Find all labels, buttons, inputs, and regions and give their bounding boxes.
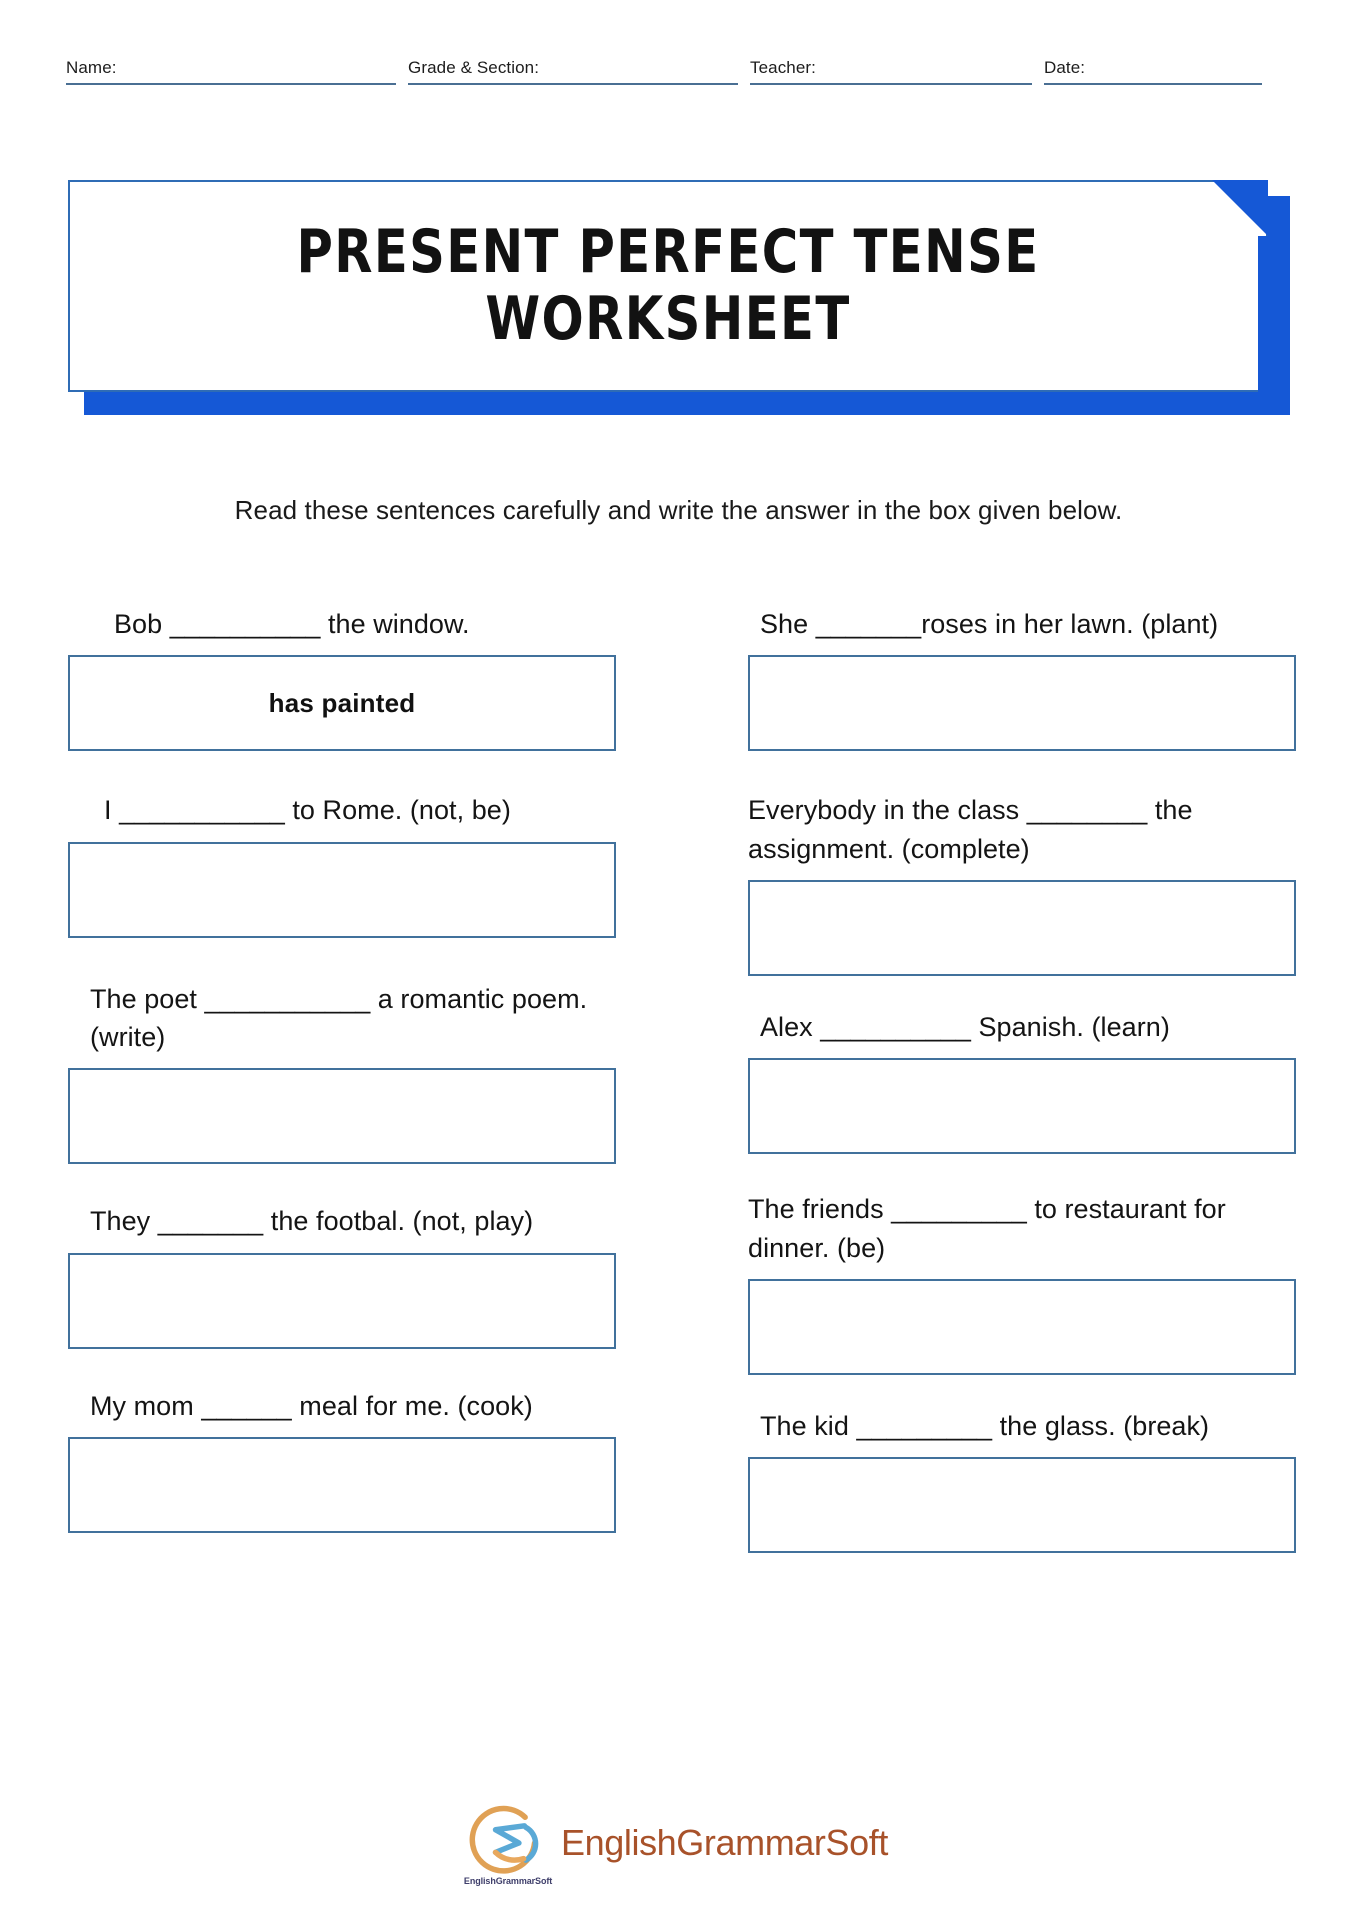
answer-box[interactable] xyxy=(748,655,1296,752)
question-text: I ___________ to Rome. (not, be) xyxy=(104,795,511,826)
question-text: They _______ the footbal. (not, play) xyxy=(90,1206,534,1237)
question-item: Alex __________ Spanish. (learn) xyxy=(748,1008,1296,1155)
englishgrammarsoft-logo-icon: EnglishGrammarSoft xyxy=(464,1804,552,1886)
title-banner: PRESENT PERFECT TENSE WORKSHEET xyxy=(68,180,1290,415)
brand-name: EnglishGrammarSoft xyxy=(561,1822,888,1863)
question-text: The friends _________ to restaurant for … xyxy=(748,1194,1226,1263)
question-item: The poet ___________ a romantic poem. (w… xyxy=(68,980,616,1165)
folded-corner-icon xyxy=(1212,180,1268,236)
banner-frame: PRESENT PERFECT TENSE WORKSHEET xyxy=(68,180,1268,396)
logo-caption: EnglishGrammarSoft xyxy=(463,1876,553,1886)
name-field[interactable]: Name: xyxy=(66,58,396,85)
answer-box[interactable]: has painted xyxy=(68,655,616,752)
answer-box[interactable] xyxy=(748,1278,1296,1375)
question-item: Bob __________ the window. has painted xyxy=(68,605,616,752)
grade-section-field[interactable]: Grade & Section: xyxy=(408,58,738,85)
grade-section-field-label: Grade & Section: xyxy=(408,58,540,77)
questions-grid: Bob __________ the window. has painted I… xyxy=(68,605,1296,1554)
question-item: Everybody in the class ________ the assi… xyxy=(748,791,1296,976)
question-text: Everybody in the class ________ the assi… xyxy=(748,795,1193,864)
question-text: She _______roses in her lawn. (plant) xyxy=(760,609,1219,639)
banner-right-accent-edge xyxy=(1258,236,1268,396)
date-field[interactable]: Date: xyxy=(1044,58,1262,85)
answer-box[interactable] xyxy=(68,1068,616,1165)
question-text: My mom ______ meal for me. (cook) xyxy=(90,1390,533,1421)
name-field-label: Name: xyxy=(66,58,117,77)
answer-box[interactable] xyxy=(68,1436,616,1533)
teacher-field[interactable]: Teacher: xyxy=(750,58,1032,85)
question-item: They _______ the footbal. (not, play) xyxy=(68,1202,616,1349)
answer-box[interactable] xyxy=(748,1457,1296,1554)
answer-box[interactable] xyxy=(68,1252,616,1349)
footer-branding: EnglishGrammarSoft EnglishGrammarSoft xyxy=(0,1804,1357,1886)
answer-box[interactable] xyxy=(748,1058,1296,1155)
answer-box[interactable] xyxy=(748,879,1296,976)
question-text: Alex __________ Spanish. (learn) xyxy=(760,1011,1170,1042)
teacher-field-label: Teacher: xyxy=(750,58,817,77)
answer-box[interactable] xyxy=(68,841,616,938)
question-text: Bob __________ the window. xyxy=(114,609,470,639)
question-item: The kid _________ the glass. (break) xyxy=(748,1407,1296,1554)
question-text: The poet ___________ a romantic poem. (w… xyxy=(90,983,588,1052)
question-item: I ___________ to Rome. (not, be) xyxy=(68,791,616,938)
date-field-label: Date: xyxy=(1044,58,1086,77)
question-item: My mom ______ meal for me. (cook) xyxy=(68,1387,616,1533)
left-column: Bob __________ the window. has painted I… xyxy=(68,605,616,1553)
right-column: She _______roses in her lawn. (plant) Ev… xyxy=(748,605,1296,1554)
question-item: The friends _________ to restaurant for … xyxy=(748,1190,1296,1375)
question-item: She _______roses in her lawn. (plant) xyxy=(748,605,1296,752)
instructions-text: Read these sentences carefully and write… xyxy=(234,495,1123,525)
answer-text: has painted xyxy=(268,687,416,718)
question-text: The kid _________ the glass. (break) xyxy=(760,1410,1210,1441)
page-title: PRESENT PERFECT TENSE WORKSHEET xyxy=(296,216,1040,354)
student-info-header: Name: Grade & Section: Teacher: Date: xyxy=(66,58,1291,85)
